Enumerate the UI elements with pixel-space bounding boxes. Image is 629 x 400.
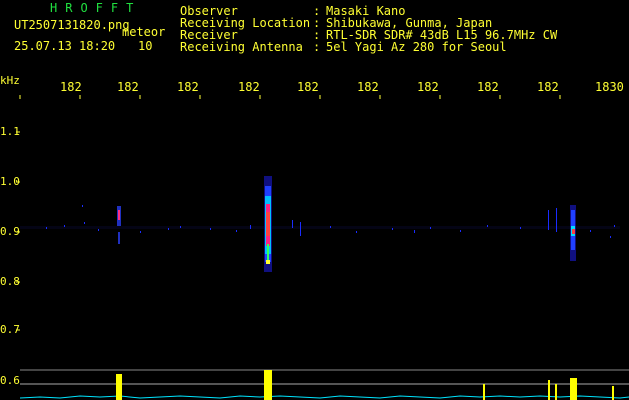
peak-bars [116,370,614,400]
noise-band [20,226,620,229]
spectrum-trace [19,395,629,399]
y-tick-marks [16,131,20,331]
meteor-streak-3 [570,205,576,261]
meteor-streak-2 [117,206,121,244]
spectrogram [16,95,629,400]
noise-specks [46,205,615,238]
meteor-streak-main [264,176,272,272]
top-tick-marks [19,95,561,99]
